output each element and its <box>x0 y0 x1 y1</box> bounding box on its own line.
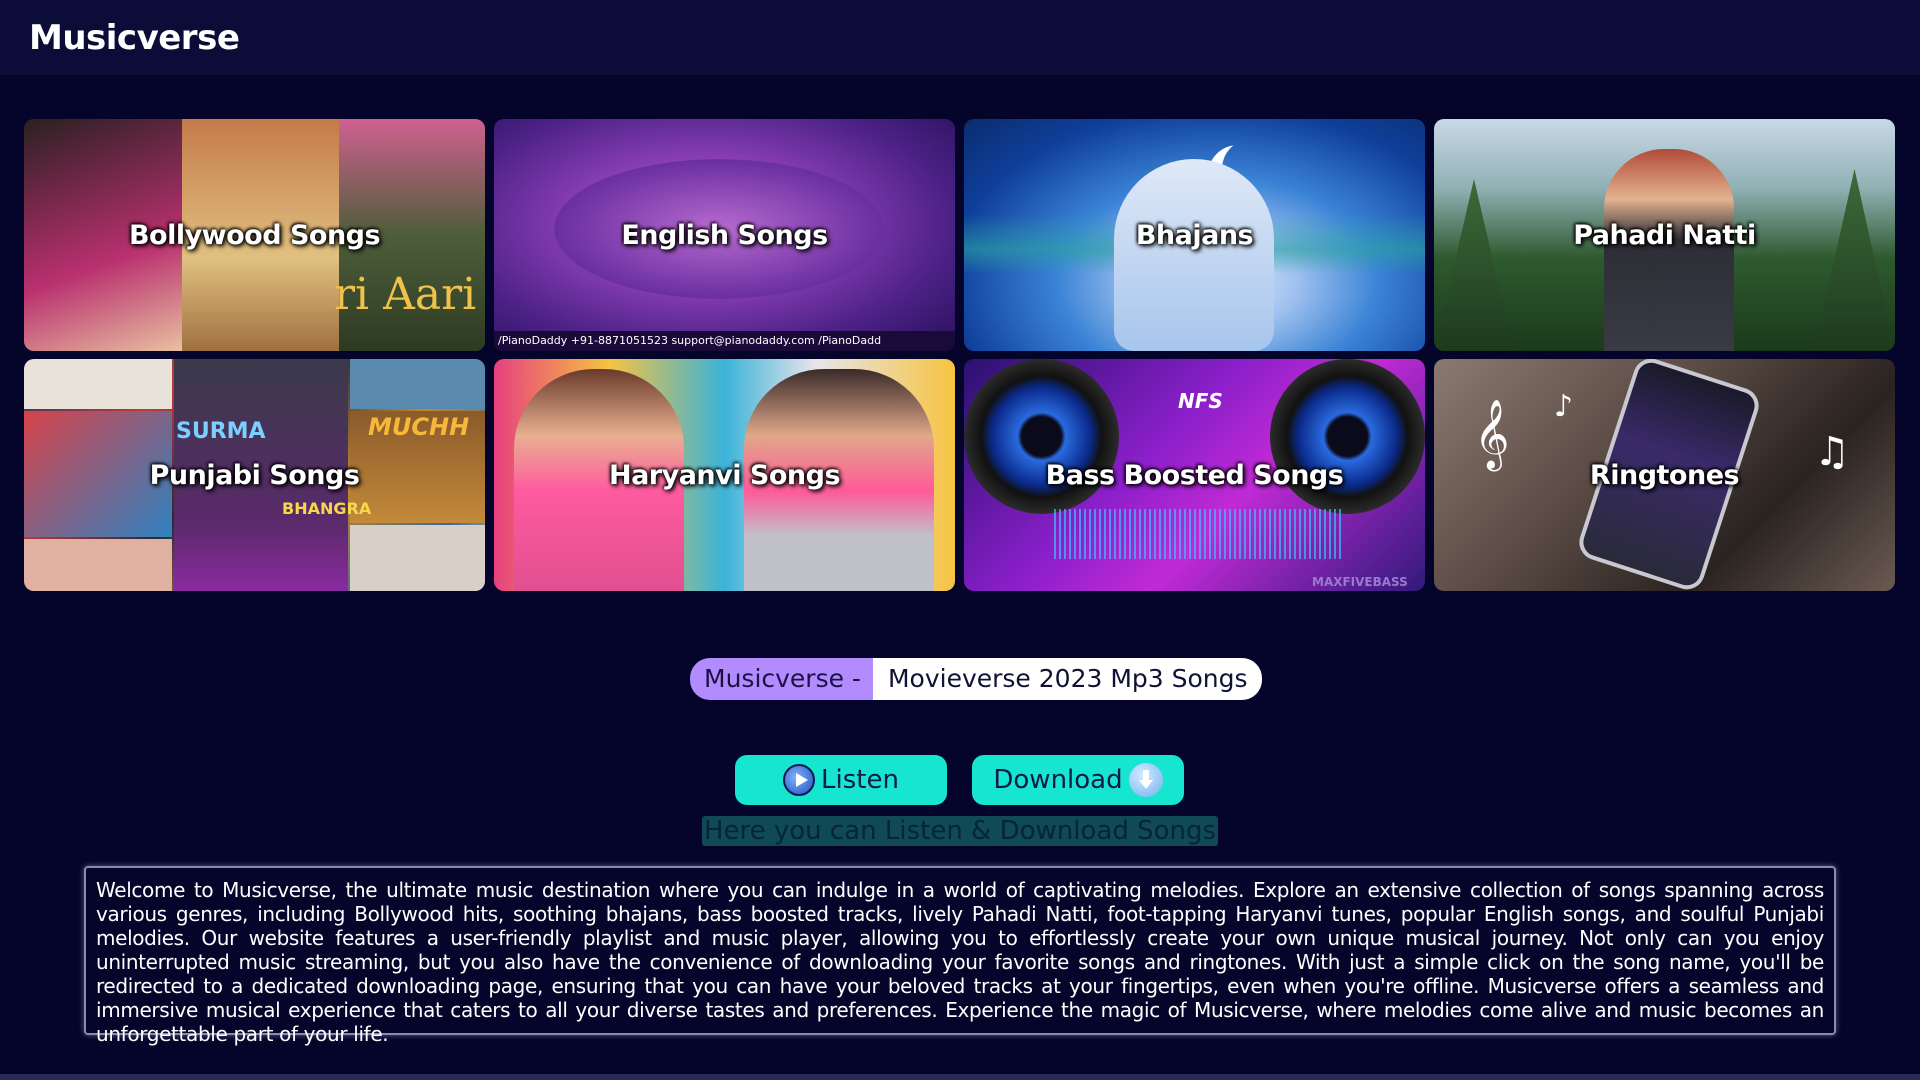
nfs-logo-text: NFS <box>1178 389 1223 413</box>
download-icon <box>1128 763 1163 797</box>
category-tile-bhajans[interactable]: Bhajans <box>964 119 1425 351</box>
category-tile-bollywood[interactable]: ri Aari Bollywood Songs <box>24 119 485 351</box>
play-icon <box>783 764 816 796</box>
treble-clef-icon: 𝄞 <box>1474 399 1510 469</box>
collage-cell-1 <box>24 359 172 409</box>
download-label: Download <box>993 765 1123 795</box>
waveform <box>1054 509 1344 559</box>
listen-label: Listen <box>821 765 899 795</box>
category-label: Pahadi Natti <box>1573 219 1756 251</box>
category-label: Haryanvi Songs <box>608 459 841 491</box>
bhangra-text: BHANGRA <box>282 499 372 518</box>
category-label: Bass Boosted Songs <box>1045 459 1344 491</box>
top-header: Musicverse <box>0 0 1920 75</box>
footer-bar <box>0 1074 1920 1080</box>
brand-logo-text[interactable]: Musicverse <box>29 18 240 58</box>
tagline-brand: Musicverse - <box>690 658 873 700</box>
collage-cell-5 <box>350 359 485 409</box>
surma-text: SURMA <box>176 419 266 444</box>
pine-tree-right <box>1814 169 1895 351</box>
category-label: Bhajans <box>1135 219 1254 251</box>
bass-watermark: MAXFIVEBASS <box>1312 575 1408 589</box>
category-tile-haryanvi[interactable]: Haryanvi Songs <box>494 359 955 591</box>
category-grid: ri Aari Bollywood Songs /PianoDaddy +91-… <box>24 119 1896 591</box>
tagline-pill: Musicverse - Movieverse 2023 Mp3 Songs <box>690 658 1262 700</box>
collage-cell-7 <box>350 525 485 591</box>
meditating-figure <box>1114 159 1274 351</box>
category-tile-bass[interactable]: NFS MAXFIVEBASS Bass Boosted Songs <box>964 359 1425 591</box>
pine-tree-left <box>1434 179 1514 351</box>
music-note-icon: ♫ <box>1814 429 1850 475</box>
collage-cell-3 <box>24 539 172 591</box>
tagline-text: Movieverse 2023 Mp3 Songs <box>872 658 1262 700</box>
muchh-text: MUCHH <box>368 413 470 441</box>
category-tile-pahadi[interactable]: Pahadi Natti <box>1434 119 1895 351</box>
category-label: Bollywood Songs <box>128 219 381 251</box>
category-label: English Songs <box>621 219 828 251</box>
bollywood-overlay-text: ri Aari <box>334 269 477 320</box>
listen-button[interactable]: Listen <box>735 755 947 805</box>
english-footer-strip: /PianoDaddy +91-8871051523 support@piano… <box>494 331 955 351</box>
category-tile-punjabi[interactable]: SURMA MUCHH BHANGRA Punjabi Songs <box>24 359 485 591</box>
category-label: Punjabi Songs <box>149 459 360 491</box>
about-text-box: Welcome to Musicverse, the ultimate musi… <box>84 866 1836 1046</box>
category-tile-english[interactable]: /PianoDaddy +91-8871051523 support@piano… <box>494 119 955 351</box>
music-note-icon-2: ♪ <box>1554 389 1574 424</box>
subline-banner: Here you can Listen & Download Songs <box>702 816 1218 846</box>
category-tile-ringtones[interactable]: 𝄞 ♫ ♪ Ringtones <box>1434 359 1895 591</box>
category-label: Ringtones <box>1589 459 1740 491</box>
download-button[interactable]: Download <box>972 755 1184 805</box>
